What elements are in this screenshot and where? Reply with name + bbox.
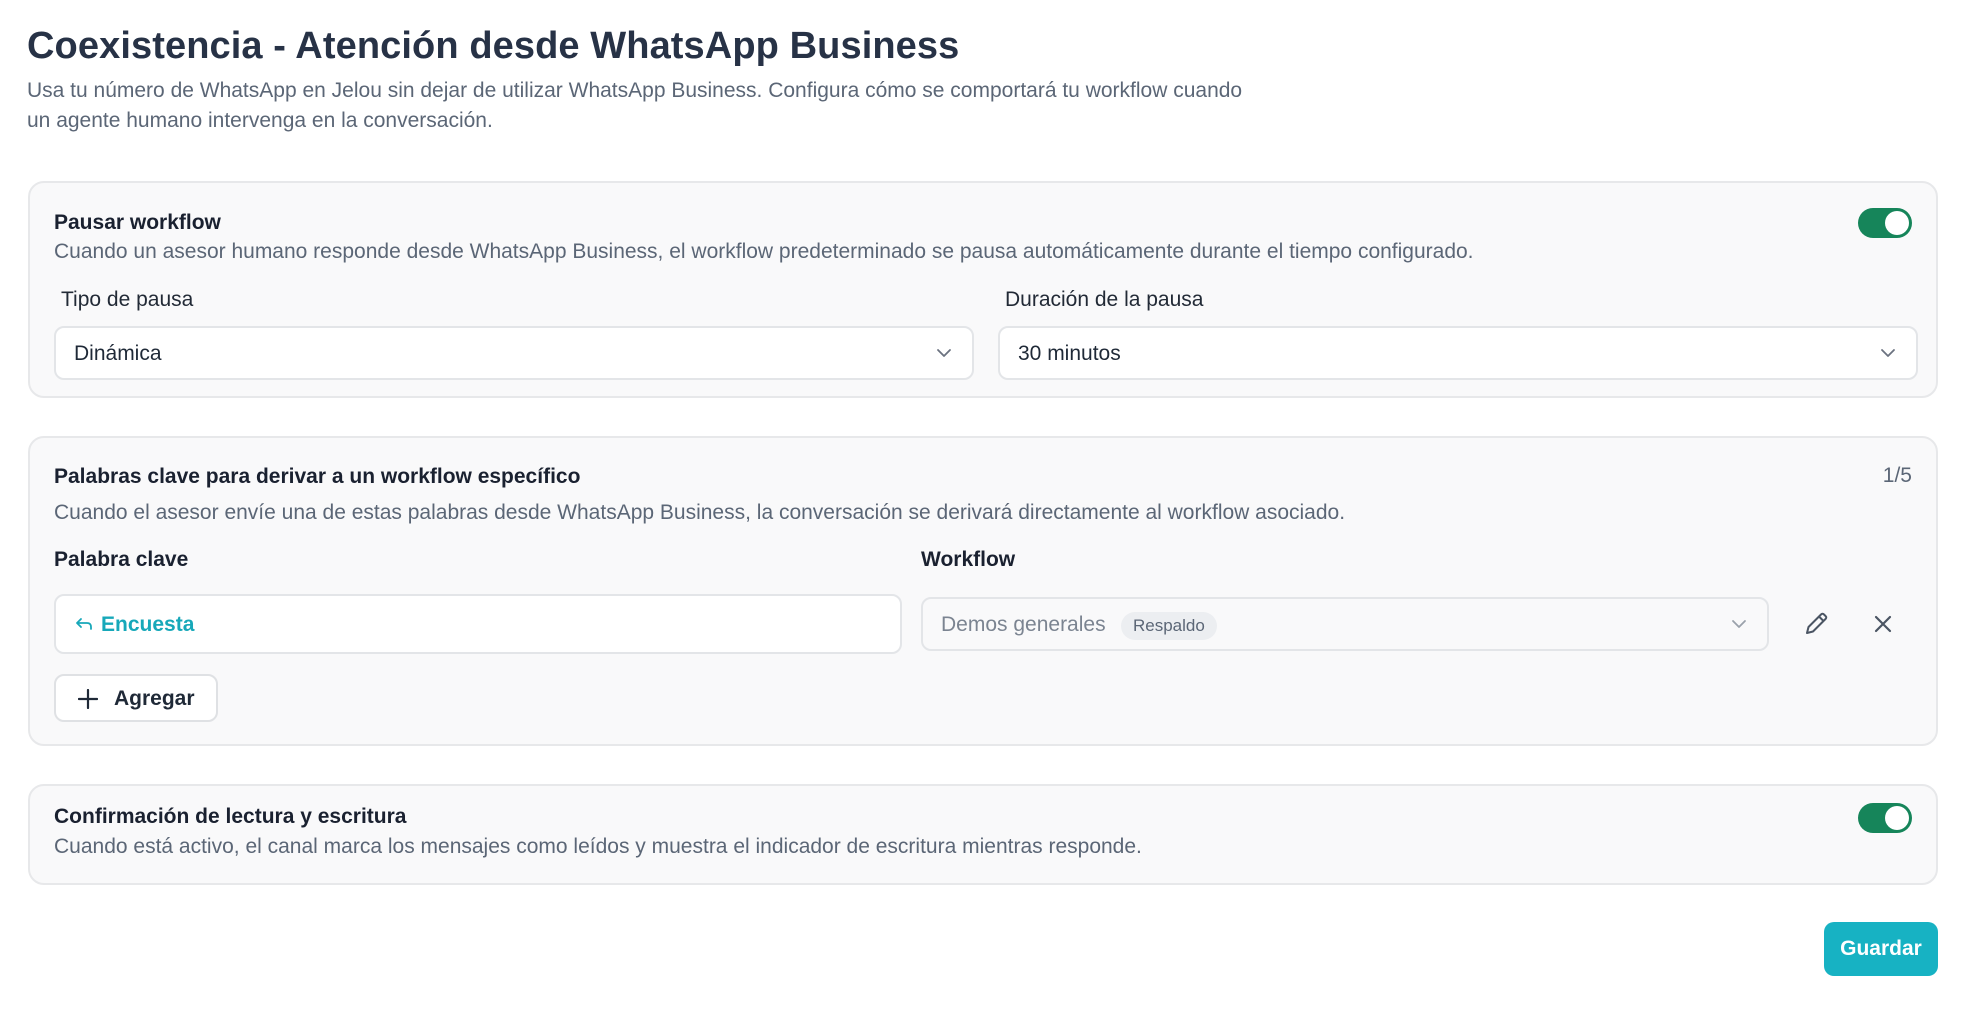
plus-icon: [78, 689, 98, 709]
page-title: Coexistencia - Atención desde WhatsApp B…: [27, 25, 960, 67]
add-keyword-label: Agregar: [114, 687, 195, 710]
keywords-counter: 1/5: [1882, 464, 1912, 487]
keyword-column-label: Palabra clave: [54, 548, 189, 571]
workflow-badge: Respaldo: [1121, 612, 1217, 640]
pause-duration-label: Duración de la pausa: [1005, 288, 1204, 311]
keyword-value: Encuesta: [101, 613, 195, 636]
workflow-column-label: Workflow: [921, 548, 1016, 571]
remove-keyword-button[interactable]: [1863, 604, 1903, 644]
workflow-select[interactable]: Demos generales Respaldo: [921, 597, 1769, 651]
toggle-knob: [1885, 211, 1909, 235]
pause-type-value: Dinámica: [74, 342, 162, 365]
pencil-icon: [1806, 612, 1828, 634]
pause-type-label: Tipo de pausa: [61, 288, 194, 311]
read-receipts-description: Cuando está activo, el canal marca los m…: [54, 835, 1142, 858]
return-arrow-icon: [76, 618, 92, 630]
chevron-down-icon: [1732, 620, 1746, 628]
workflow-value: Demos generales: [941, 613, 1106, 636]
read-receipts-card: Confirmación de lectura y escritura Cuan…: [28, 784, 1938, 885]
pause-duration-select[interactable]: 30 minutos: [998, 326, 1918, 380]
page-description: Usa tu número de WhatsApp en Jelou sin d…: [27, 79, 1243, 132]
pause-type-select[interactable]: Dinámica: [54, 326, 974, 380]
pause-workflow-card: Pausar workflow Cuando un asesor humano …: [28, 181, 1938, 398]
keywords-card: Palabras clave para derivar a un workflo…: [28, 436, 1938, 746]
chevron-down-icon: [937, 349, 951, 357]
save-button[interactable]: Guardar: [1824, 922, 1938, 976]
close-icon: [1874, 615, 1892, 633]
keyword-input[interactable]: Encuesta: [54, 594, 902, 654]
read-receipts-toggle[interactable]: [1858, 803, 1912, 833]
chevron-down-icon: [1881, 349, 1895, 357]
add-keyword-button[interactable]: Agregar: [54, 674, 218, 722]
page-header: Coexistencia - Atención desde WhatsApp B…: [27, 22, 1427, 136]
pause-duration-value: 30 minutos: [1018, 342, 1121, 365]
pause-workflow-title: Pausar workflow: [54, 211, 221, 234]
read-receipts-title: Confirmación de lectura y escritura: [54, 805, 407, 828]
pause-workflow-toggle[interactable]: [1858, 208, 1912, 238]
toggle-knob: [1885, 806, 1909, 830]
pause-workflow-description: Cuando un asesor humano responde desde W…: [54, 240, 1474, 263]
keywords-title: Palabras clave para derivar a un workflo…: [54, 465, 581, 488]
edit-keyword-button[interactable]: [1796, 604, 1836, 644]
keywords-description: Cuando el asesor envíe una de estas pala…: [54, 501, 1346, 524]
